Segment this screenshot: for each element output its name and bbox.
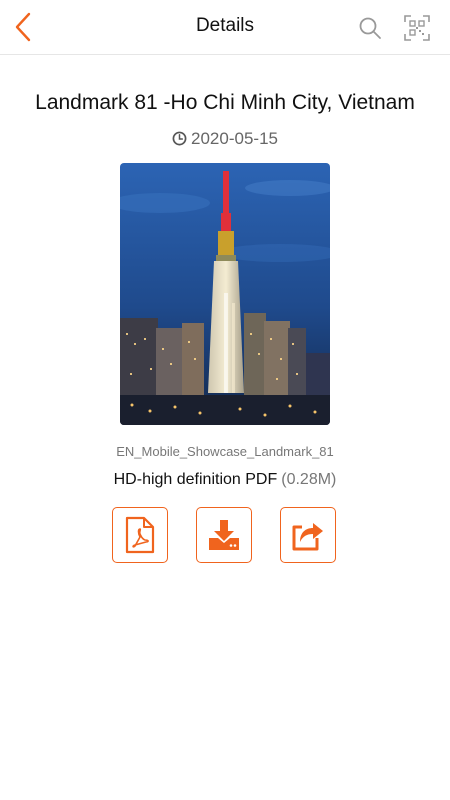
qr-scan-icon [404, 15, 430, 41]
file-name: EN_Mobile_Showcase_Landmark_81 [116, 444, 334, 459]
landmark-81-photo [120, 163, 330, 425]
clock-icon [172, 131, 187, 146]
pdf-file-icon [125, 516, 155, 554]
document-title: Landmark 81 -Ho Chi Minh City, Vietnam [35, 91, 415, 114]
share-button[interactable] [280, 507, 336, 563]
publish-date-text: 2020-05-15 [191, 129, 278, 148]
format-label: HD-high definition PDF [113, 471, 278, 488]
search-icon [359, 17, 381, 39]
scan-button[interactable] [404, 15, 430, 41]
file-size: (0.28M) [281, 471, 337, 488]
file-format-info: HD-high definition PDF (0.28M) [0, 471, 450, 489]
publish-date: 2020-05-15 [0, 129, 450, 149]
download-button[interactable] [196, 507, 252, 563]
page-title: Details [195, 15, 255, 36]
document-cover-image[interactable] [120, 163, 330, 425]
share-icon [292, 523, 323, 551]
download-icon [209, 520, 239, 550]
search-button[interactable] [358, 16, 382, 40]
top-nav-bar: Details [0, 0, 450, 55]
view-pdf-button[interactable] [112, 507, 168, 563]
